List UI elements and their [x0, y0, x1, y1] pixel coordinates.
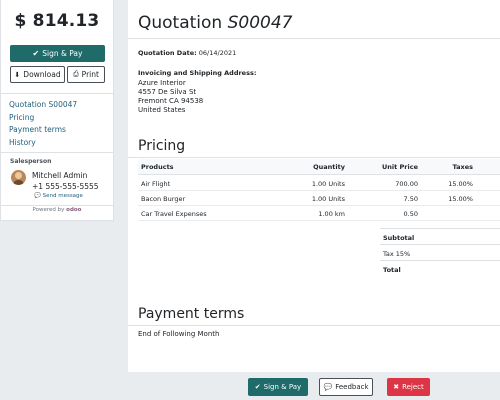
col-products: Products	[141, 163, 174, 171]
col-taxes: Taxes	[452, 163, 473, 171]
table-row: Car Travel Expenses 1.00 km 0.50	[138, 206, 500, 221]
address-line: United States	[138, 106, 186, 114]
comment-icon: 💬	[323, 383, 333, 391]
bottom-sign-pay-button[interactable]: ✔ Sign & Pay	[248, 378, 308, 396]
powered-by: Powered by odoo	[1, 207, 113, 213]
cell-product: Air Flight	[141, 180, 171, 188]
pricing-heading: Pricing	[138, 138, 186, 154]
table-row: Bacon Burger 1.00 Units 7.50 15.00%	[138, 191, 500, 206]
subtotal-row: Subtotal	[380, 228, 500, 244]
address-line: Fremont CA 94538	[138, 97, 204, 105]
cell-unit-price: 700.00	[395, 180, 418, 188]
quotation-number: S00047	[227, 13, 293, 33]
cell-taxes: 15.00%	[448, 195, 473, 203]
send-message-link[interactable]: 💬 Send message	[34, 193, 83, 199]
cell-unit-price: 0.50	[403, 210, 418, 218]
divider	[1, 93, 113, 94]
col-quantity: Quantity	[313, 163, 345, 171]
sign-pay-label: Sign & Pay	[42, 49, 83, 58]
divider	[1, 152, 113, 153]
check-icon: ✔	[32, 49, 40, 58]
address-line: 4557 De Silva St	[138, 88, 197, 96]
address-block: Azure Interior 4557 De Silva St Fremont …	[138, 79, 203, 115]
salesperson-label: Salesperson	[10, 158, 52, 165]
divider	[128, 38, 500, 39]
reject-button[interactable]: ✖ Reject	[387, 378, 430, 396]
close-icon: ✖	[393, 383, 400, 391]
payment-terms-text: End of Following Month	[138, 330, 220, 338]
avatar	[11, 170, 26, 185]
download-icon: ⬇	[14, 70, 21, 79]
download-label: Download	[23, 70, 61, 79]
bottom-sign-pay-label: Sign & Pay	[263, 383, 302, 391]
salesperson-phone: +1 555-555-5555	[32, 182, 99, 191]
print-button[interactable]: ⎙ Print	[67, 66, 105, 83]
quotation-document: Quotation S00047 Quotation Date: 06/14/2…	[128, 0, 500, 372]
check-icon: ✔	[254, 383, 261, 391]
nav-history[interactable]: History	[9, 137, 109, 150]
page-title: Quotation S00047	[138, 13, 292, 33]
nav-quotation[interactable]: Quotation S00047	[9, 99, 109, 112]
payment-terms-heading: Payment terms	[138, 306, 245, 322]
divider	[128, 325, 500, 326]
table-row: Air Flight 1.00 Units 700.00 15.00%	[138, 176, 500, 191]
tax-row: Tax 15%	[380, 244, 500, 260]
total-row: Total	[380, 260, 500, 276]
date-value: 06/14/2021	[198, 49, 237, 57]
cell-product: Bacon Burger	[141, 195, 186, 203]
nav-payment-terms[interactable]: Payment terms	[9, 124, 109, 137]
totals-block: Subtotal Tax 15% Total	[380, 228, 500, 276]
cell-quantity: 1.00 Units	[311, 195, 345, 203]
quotation-date: Quotation Date: 06/14/2021	[138, 49, 236, 57]
cell-quantity: 1.00 Units	[311, 180, 345, 188]
divider	[128, 157, 500, 158]
print-label: Print	[81, 70, 99, 79]
comment-icon: 💬	[34, 193, 41, 199]
tax-label: Tax 15%	[383, 250, 411, 258]
salesperson-name: Mitchell Admin	[32, 171, 88, 180]
col-unit-price: Unit Price	[382, 163, 418, 171]
date-label: Quotation Date:	[138, 49, 197, 57]
divider	[1, 205, 113, 206]
print-icon: ⎙	[73, 70, 79, 78]
reject-label: Reject	[402, 383, 424, 391]
powered-by-text: Powered by	[32, 207, 65, 213]
odoo-logo[interactable]: odoo	[66, 207, 81, 213]
total-label: Total	[383, 266, 401, 274]
portal-sidebar: $ 814.13 ✔ Sign & Pay ⬇ Download ⎙ Print…	[0, 0, 114, 221]
cell-taxes: 15.00%	[448, 180, 473, 188]
cell-product: Car Travel Expenses	[141, 210, 207, 218]
subtotal-label: Subtotal	[383, 234, 415, 242]
pricing-table: Products Quantity Unit Price Taxes Air F…	[138, 159, 500, 221]
address-heading: Invoicing and Shipping Address:	[138, 69, 257, 77]
send-message-label: Send message	[42, 193, 83, 199]
sidebar-nav: Quotation S00047 Pricing Payment terms H…	[9, 99, 109, 149]
feedback-label: Feedback	[335, 383, 369, 391]
cell-unit-price: 7.50	[403, 195, 418, 203]
title-prefix: Quotation	[138, 13, 223, 33]
download-button[interactable]: ⬇ Download	[10, 66, 65, 83]
table-header: Products Quantity Unit Price Taxes	[138, 159, 500, 175]
feedback-button[interactable]: 💬 Feedback	[319, 378, 373, 396]
quotation-total: $ 814.13	[14, 11, 100, 31]
cell-quantity: 1.00 km	[318, 210, 345, 218]
nav-pricing[interactable]: Pricing	[9, 112, 109, 125]
address-line: Azure Interior	[138, 79, 186, 87]
sign-pay-button[interactable]: ✔ Sign & Pay	[10, 45, 105, 62]
